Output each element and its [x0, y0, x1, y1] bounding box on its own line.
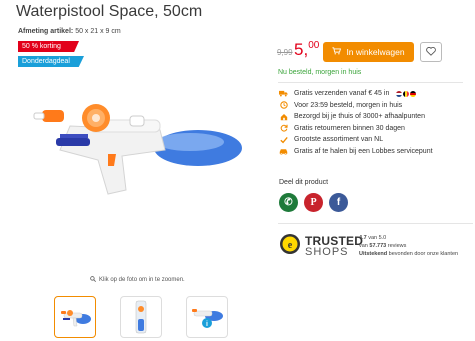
usp-assortment-text: Grootste assortiment van NL [294, 136, 384, 144]
trusted-shops-rating: 4.7 van 5.0 van 57.773 reviews Uitsteken… [359, 234, 458, 258]
delivery-truck-icon [279, 89, 288, 98]
discount-badge: 50 % korting [18, 41, 79, 52]
add-to-cart-button[interactable]: In winkelwagen [323, 42, 414, 62]
water-pistol-image [33, 104, 242, 195]
usp-returns: Gratis retourneren binnen 30 dagen [279, 123, 433, 135]
pinterest-share-button[interactable]: P [304, 193, 323, 212]
trusted-shops-brand-bottom: SHOPS [305, 246, 349, 258]
usp-free-shipping-text: Gratis verzenden vanaf € 45 in [294, 90, 390, 98]
svg-text:i: i [206, 321, 208, 328]
netherlands-flag-icon [396, 90, 403, 97]
reviews-suffix: reviews [387, 243, 407, 249]
wishlist-button[interactable] [420, 42, 442, 62]
old-price: 9,99 [277, 48, 293, 57]
zoom-hint: Klik op de foto om in te zoomen. [90, 276, 185, 284]
add-to-cart-label: In winkelwagen [346, 47, 405, 57]
share-buttons: ✆ P f [279, 193, 348, 212]
magnifier-icon [90, 276, 96, 284]
whatsapp-icon: ✆ [284, 197, 293, 208]
trusted-shops-seal-icon: e [279, 233, 301, 260]
clock-icon [279, 101, 288, 110]
thumbnail-1[interactable] [54, 296, 96, 338]
checkmark-icon [279, 135, 288, 144]
rating-score: 4.7 [359, 235, 367, 241]
divider [278, 82, 463, 83]
usp-delivery-text: Bezorgd bij je thuis of 3000+ afhaalpunt… [294, 113, 425, 121]
thumbnail-gallery: i [54, 296, 228, 338]
usp-list: Gratis verzenden vanaf € 45 in Voor 23:5… [279, 88, 433, 157]
rating-scale: van 5.0 [368, 235, 387, 241]
price-cents: 00 [308, 40, 320, 51]
reviews-prefix: van [359, 243, 368, 249]
deal-badge: Donderdagdeal [18, 56, 84, 67]
zoom-hint-text: Klik op de foto om in te zoomen. [99, 277, 185, 283]
current-price: 5,00 [294, 40, 319, 60]
usp-pickup: Gratis af te halen bij een Lobbes servic… [279, 146, 433, 158]
usp-delivery: Bezorgd bij je thuis of 3000+ afhaalpunt… [279, 111, 433, 123]
rating-verdict-suffix: bevonden door onze klanten [388, 251, 459, 257]
country-flags [396, 90, 417, 97]
pinterest-icon: P [310, 197, 317, 208]
stock-status: Nu besteld, morgen in huis [278, 69, 362, 76]
usp-next-day: Voor 23:59 besteld, morgen in huis [279, 100, 433, 112]
rating-verdict: Uitstekend [359, 251, 388, 257]
home-icon [279, 112, 288, 121]
product-title: Waterpistool Space, 50cm [16, 3, 203, 20]
share-label: Deel dit product [279, 179, 329, 186]
usp-pickup-text: Gratis af te halen bij een Lobbes servic… [294, 147, 433, 155]
reviews-count: 57.773 [369, 243, 387, 249]
thumbnail-2-image [135, 300, 147, 334]
germany-flag-icon [410, 90, 417, 97]
return-icon [279, 124, 288, 133]
trusted-shops-logo[interactable]: e TRUSTED SHOPS [279, 233, 363, 260]
belgium-flag-icon [403, 90, 410, 97]
usp-free-shipping: Gratis verzenden vanaf € 45 in [279, 88, 433, 100]
facebook-share-button[interactable]: f [329, 193, 348, 212]
thumbnail-3-image: i [192, 309, 223, 328]
usp-next-day-text: Voor 23:59 besteld, morgen in huis [294, 101, 403, 109]
main-product-image[interactable] [30, 90, 245, 200]
cart-icon [332, 47, 342, 57]
usp-assortment: Grootste assortiment van NL [279, 134, 433, 146]
thumbnail-1-image [61, 310, 91, 327]
thumbnail-3[interactable]: i [186, 296, 228, 338]
thumbnail-2[interactable] [120, 296, 162, 338]
divider [278, 223, 473, 224]
facebook-icon: f [336, 197, 341, 208]
dimensions-value: 50 x 21 x 9 cm [75, 28, 121, 35]
dimensions-label: Afmeting artikel: [18, 28, 74, 35]
whatsapp-share-button[interactable]: ✆ [279, 193, 298, 212]
usp-returns-text: Gratis retourneren binnen 30 dagen [294, 124, 405, 132]
svg-text:e: e [288, 240, 293, 251]
heart-icon [426, 43, 436, 61]
product-dimensions: Afmeting artikel: 50 x 21 x 9 cm [18, 28, 121, 35]
pickup-car-icon [279, 147, 288, 156]
price-euros: 5, [294, 40, 309, 59]
